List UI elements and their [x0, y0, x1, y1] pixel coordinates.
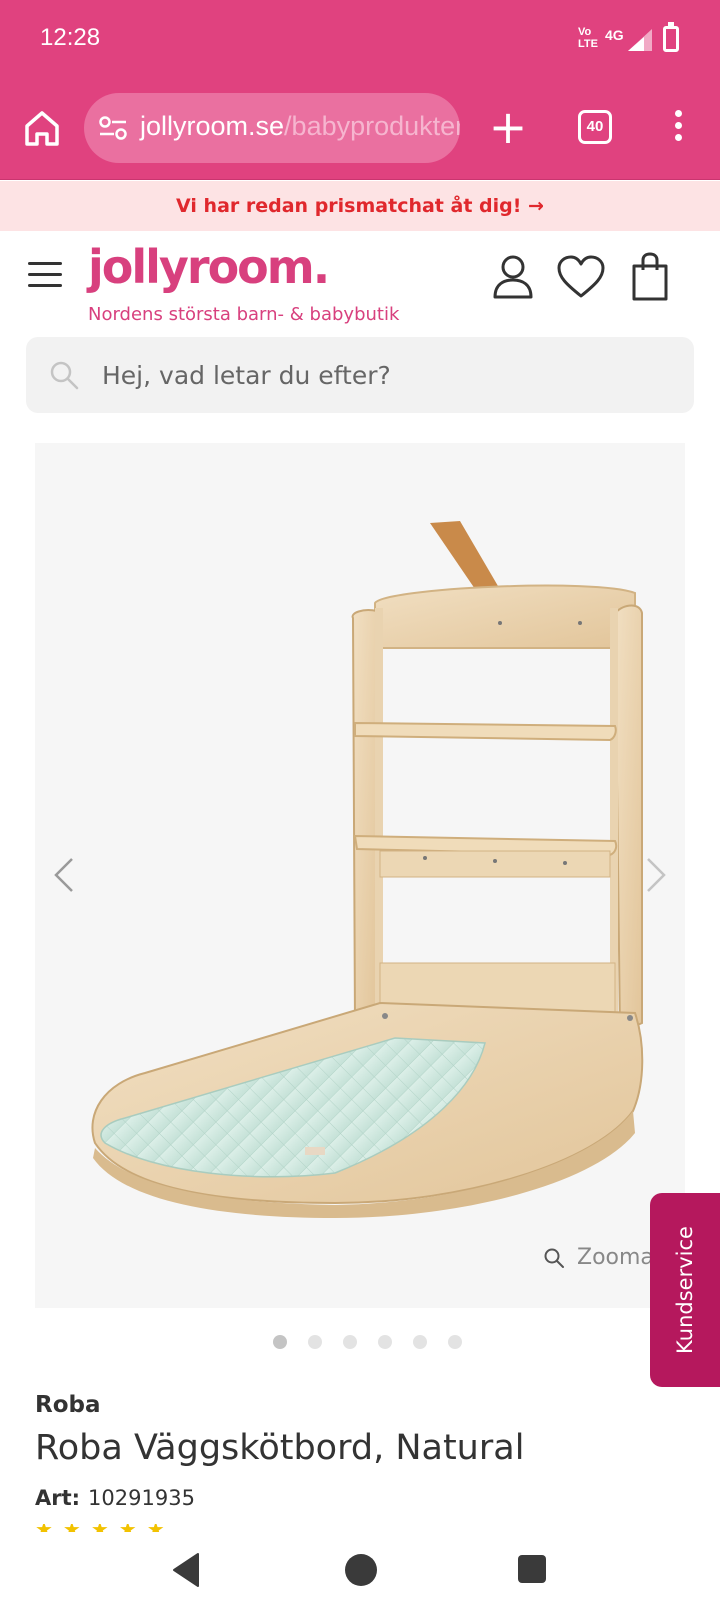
tab-switcher-icon[interactable]: 40: [578, 110, 612, 144]
zoom-button[interactable]: Zooma: [543, 1245, 654, 1270]
carousel-dot[interactable]: [413, 1335, 427, 1349]
battery-icon: [663, 22, 679, 52]
back-icon[interactable]: [172, 1552, 202, 1588]
site-settings-icon[interactable]: [98, 115, 128, 141]
product-title: Roba Väggskötbord, Natural: [35, 1428, 525, 1468]
search-input[interactable]: [102, 337, 662, 413]
account-icon[interactable]: [492, 254, 534, 300]
home-circle-icon[interactable]: [345, 1554, 377, 1586]
article-number: Art: 10291935: [35, 1486, 195, 1510]
status-time: 12:28: [40, 24, 101, 51]
customer-service-label: Kundservice: [673, 1226, 697, 1354]
site-tagline: Nordens största barn- & babybutik: [88, 304, 400, 325]
carousel-dot[interactable]: [448, 1335, 462, 1349]
search-icon: [50, 361, 79, 390]
heart-icon[interactable]: [556, 254, 606, 300]
promo-text: Vi har redan prismatchat åt dig! →: [176, 195, 544, 217]
rating-stars[interactable]: ★★★★★: [35, 1524, 175, 1532]
zoom-label: Zooma: [577, 1245, 654, 1270]
article-value: 10291935: [88, 1486, 195, 1510]
system-nav-bar: [0, 1532, 720, 1612]
hamburger-menu-icon[interactable]: [28, 262, 62, 288]
overflow-menu-icon[interactable]: [666, 110, 690, 150]
promo-banner[interactable]: Vi har redan prismatchat åt dig! →: [0, 181, 720, 231]
customer-service-tab[interactable]: Kundservice: [650, 1193, 720, 1387]
signal-icon: [628, 29, 652, 51]
product-gallery[interactable]: [35, 443, 685, 1308]
search-bar[interactable]: [26, 337, 694, 413]
recents-icon[interactable]: [518, 1555, 546, 1583]
url-text[interactable]: jollyroom.se/babyprodukter: [140, 111, 460, 142]
chevron-left-icon[interactable]: [50, 855, 80, 895]
url-host: jollyroom.se: [140, 111, 285, 141]
carousel-dot[interactable]: [308, 1335, 322, 1349]
network-type: 4G: [605, 27, 624, 43]
browser-toolbar: jollyroom.se/babyprodukter + 40: [0, 80, 720, 180]
product-brand[interactable]: Roba: [35, 1392, 101, 1418]
carousel-dot[interactable]: [273, 1335, 287, 1349]
article-label: Art:: [35, 1486, 81, 1510]
carousel-dot[interactable]: [343, 1335, 357, 1349]
url-bar[interactable]: jollyroom.se/babyprodukter: [84, 93, 460, 163]
status-bar: 12:28 Vo LTE 4G: [0, 0, 720, 80]
product-image[interactable]: [35, 443, 685, 1308]
chevron-right-icon[interactable]: [640, 855, 670, 895]
site-logo[interactable]: jollyroom.: [88, 240, 330, 294]
carousel-dot[interactable]: [378, 1335, 392, 1349]
url-path: /babyprodukter: [284, 111, 460, 141]
new-tab-icon[interactable]: +: [488, 104, 528, 150]
magnifier-icon: [544, 1248, 564, 1268]
home-icon[interactable]: [22, 108, 62, 148]
shopping-bag-icon[interactable]: [630, 252, 670, 302]
volte-indicator: Vo LTE: [578, 26, 598, 50]
